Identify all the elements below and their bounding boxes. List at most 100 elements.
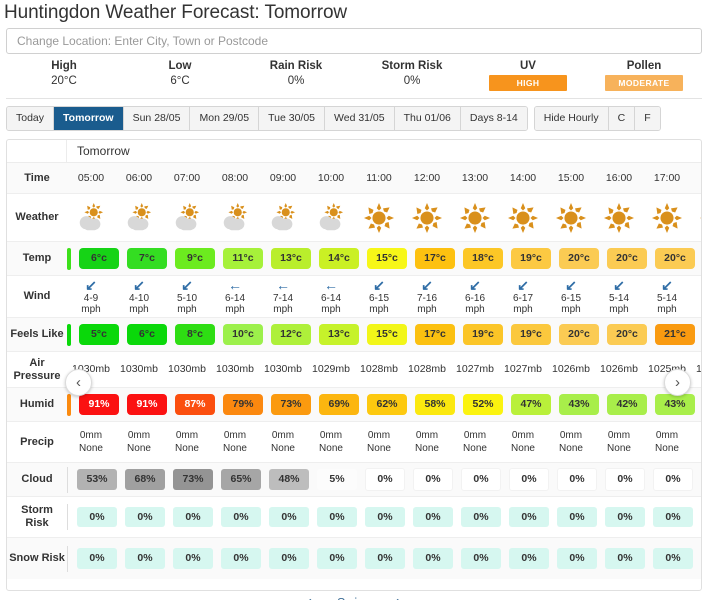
forecast-row-weather: Weather — [7, 194, 701, 243]
storm-risk-chip: 0% — [605, 506, 645, 528]
wind-unit: mph — [81, 304, 101, 316]
wind-direction-icon: ← — [324, 277, 338, 293]
cell-humid: 69% — [315, 394, 363, 416]
humidity-chip: 43% — [559, 394, 599, 415]
cell-feels_like: 10°c — [219, 324, 267, 346]
snow-risk-chip: 0% — [125, 548, 165, 569]
cell-precip: 0mmNone — [355, 429, 403, 455]
feels-like-chip: 20°c — [607, 324, 647, 345]
cell-snow_risk: 0% — [361, 546, 409, 572]
scroll-left-button[interactable]: ‹ — [65, 369, 92, 397]
forecast-grid: Time 05:00 06:00 07:00 08:00 09:00 10:00 11:00 1… — [7, 163, 701, 580]
time-label: 13:00 — [461, 171, 489, 184]
cell-humid: 47% — [507, 394, 555, 416]
wind-unit: mph — [369, 304, 389, 316]
cell-storm_risk: 0% — [649, 504, 697, 530]
temp-chip: 6°c — [79, 248, 119, 269]
cloud-chip: 68% — [125, 469, 165, 490]
cell-weather — [355, 202, 403, 233]
cell-feels_like: 19°c — [459, 324, 507, 346]
cloud-chip: 73% — [173, 469, 213, 490]
sun-icon — [460, 202, 490, 233]
cell-snow_risk: 0% — [217, 546, 265, 572]
cell-time: 12:00 — [403, 172, 451, 184]
wind-direction-icon: ↙ — [181, 277, 193, 293]
air-pressure-value: 1026mb — [552, 363, 590, 376]
feels-like-chip: 17°c — [415, 324, 455, 345]
cell-humid: 73% — [267, 394, 315, 416]
tab-thu-01-06[interactable]: Thu 01/06 — [394, 107, 461, 131]
cell-weather — [163, 202, 211, 233]
precip-type: None — [127, 443, 151, 455]
change-location-field[interactable] — [6, 28, 702, 54]
snow-risk-chip: 0% — [173, 548, 213, 569]
cell-precip: 0mmNone — [643, 429, 691, 455]
storm-risk-chip: 0% — [653, 506, 693, 528]
cell-temp: 9°c — [171, 248, 219, 270]
cell-storm_risk: 0% — [73, 504, 121, 530]
air-pressure-value: 1025mb — [696, 363, 701, 375]
row-cells: 05:00 06:00 07:00 08:00 09:00 10:00 11:00 12:00… — [59, 172, 701, 184]
location-input[interactable] — [15, 33, 693, 49]
cell-storm_risk: 0% — [121, 504, 169, 530]
cell-air_pressure: 1027mb — [499, 363, 547, 375]
cell-precip: 0mmNone — [259, 429, 307, 455]
tab-hide-hourly[interactable]: Hide Hourly — [534, 107, 609, 131]
cell-time: 07:00 — [163, 172, 211, 184]
tab-sun-28-05[interactable]: Sun 28/05 — [123, 107, 191, 131]
tab-c[interactable]: C — [608, 107, 636, 131]
wind-direction-icon: ↙ — [373, 277, 385, 293]
cell-air_pressure: 1030mb — [163, 363, 211, 375]
precip-amount: 0mm — [559, 430, 583, 442]
tab-f[interactable]: F — [635, 107, 660, 131]
tab-mon-29-05[interactable]: Mon 29/05 — [190, 107, 260, 131]
snow-risk-chip: 0% — [605, 548, 645, 569]
wind-direction-icon: ↙ — [565, 277, 577, 293]
wind-direction-icon: ← — [228, 277, 242, 293]
cell-wind: ↙ 6-16 mph — [451, 278, 499, 316]
wind-unit: mph — [177, 304, 197, 316]
wind-unit: mph — [129, 304, 149, 316]
cell-time: 05:00 — [67, 172, 115, 184]
precip-amount: 0mm — [415, 430, 439, 442]
row-label-precip: Precip — [20, 435, 54, 448]
cell-air_pressure: 1030mb — [259, 363, 307, 375]
storm-risk-chip: 0% — [173, 506, 213, 528]
tab-tue-30-05[interactable]: Tue 30/05 — [259, 107, 326, 131]
cell-temp: 15°c — [363, 248, 411, 270]
tab-tomorrow[interactable]: Tomorrow — [54, 107, 124, 131]
forecast-row-time: Time 05:00 06:00 07:00 08:00 09:00 10:00 11:00 1… — [7, 163, 701, 195]
tab-today[interactable]: Today — [7, 107, 55, 131]
air-pressure-value: 1028mb — [408, 363, 446, 376]
cell-precip: 0mmNone — [451, 429, 499, 455]
cell-feels_like: 21°c — [699, 324, 701, 346]
wind-direction-icon: ↙ — [469, 277, 481, 293]
cell-precip: 0mmNone — [67, 429, 115, 455]
row-cells: 5°c 6°c 8°c 10°c 12°c 13°c 15°c 17°c 19°c 19°c 20°… — [59, 323, 701, 346]
cell-snow_risk: 0% — [457, 546, 505, 572]
scroll-right-button[interactable]: › — [664, 369, 691, 397]
cell-wind: ← 7-14 mph — [259, 278, 307, 316]
cell-time: 08:00 — [211, 172, 259, 184]
status-badge: MODERATE — [605, 75, 683, 91]
precip-amount: 0mm — [655, 430, 679, 442]
cell-air_pressure: 1030mb — [211, 363, 259, 375]
cell-weather — [499, 202, 547, 233]
cloud-chip: 65% — [221, 469, 261, 490]
cell-feels_like: 21°c — [651, 324, 699, 346]
cell-temp: 14°c — [315, 248, 363, 270]
tab-days-8-14[interactable]: Days 8-14 — [460, 107, 527, 131]
cell-temp: 20°c — [699, 248, 701, 270]
forecast-row-storm-risk: Storm Risk0%0%0%0%0%0%0%0%0%0%0%0%0%0% — [7, 497, 701, 539]
cell-storm_risk: 0% — [265, 504, 313, 530]
sun-behind-cloud-icon — [127, 202, 152, 230]
air-pressure-value: 1030mb — [216, 363, 254, 376]
air-pressure-value: 1030mb — [168, 363, 206, 376]
cell-feels_like: 8°c — [171, 324, 219, 346]
row-cells: 53%68%73%65%48%5%0%0%0%0%0%0%0%0% — [59, 466, 701, 493]
cell-air_pressure: 1027mb — [451, 363, 499, 375]
swipe-label: Swipe — [337, 596, 371, 600]
snow-risk-chip: 0% — [461, 548, 501, 569]
tab-wed-31-05[interactable]: Wed 31/05 — [325, 107, 395, 131]
precip-amount: 0mm — [607, 430, 631, 442]
